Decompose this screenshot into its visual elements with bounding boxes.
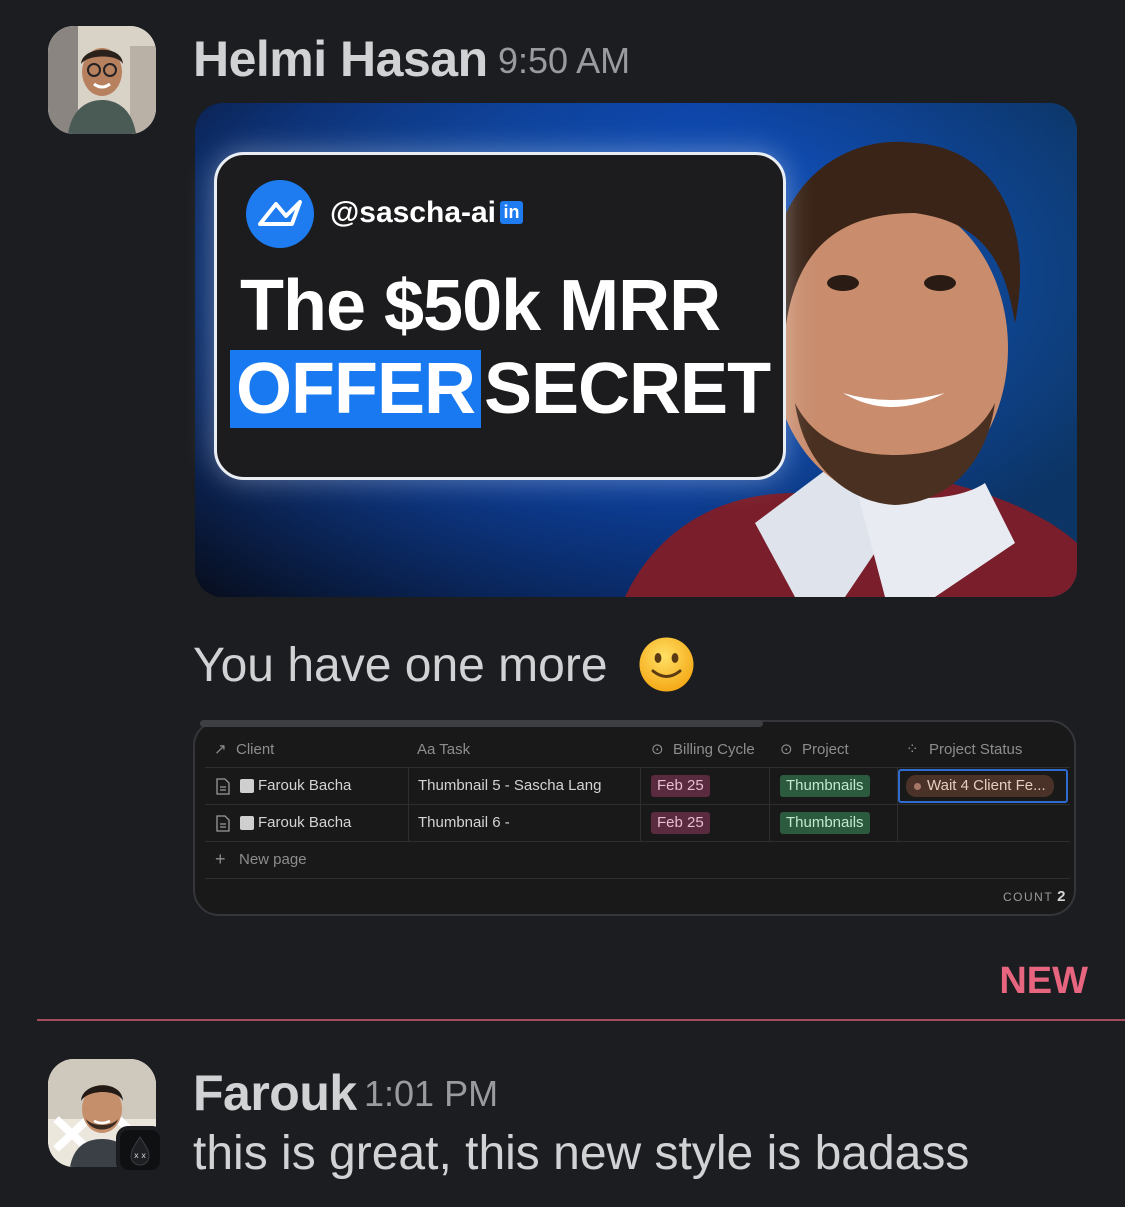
linkedin-icon: in [500,201,523,224]
row-count: COUNT 2 [1003,888,1066,905]
status-dot-icon [914,783,921,790]
sender-name[interactable]: Helmi Hasan [193,30,488,88]
message-text: this is great, this new style is badass [193,1127,970,1180]
message-text: You have one more [193,639,608,692]
custom-status-icon: x x [120,1130,160,1170]
thumbnail-handle: @sascha-ai [330,196,497,229]
chevron-circle-icon: ⊙ [651,741,664,758]
document-icon [216,778,230,795]
status-label: Wait 4 Client Fe... [927,777,1046,794]
table-divider [205,841,1070,842]
svg-text:x x: x x [134,1151,146,1160]
count-label: COUNT [1003,890,1054,904]
thumbnail-headline-line1: The $50k MRR [240,266,721,346]
arrow-up-right-icon: ↗ [214,741,227,758]
avatar-helmi[interactable] [48,26,156,134]
cell-project-status[interactable]: Wait 4 Client Fe... [906,775,1054,797]
table-divider [205,804,1070,805]
column-header-billing-cycle[interactable]: Billing Cycle [673,741,755,758]
cell-project[interactable]: Thumbnails [780,775,870,797]
page-icon [240,779,254,793]
loading-spinner-icon: ⁘ [906,741,919,758]
brand-logo-icon [246,180,314,248]
cell-task[interactable]: Thumbnail 5 - Sascha Lang [418,777,601,794]
message-timestamp[interactable]: 1:01 PM [364,1073,498,1115]
new-page-button[interactable]: New page [239,851,307,868]
cell-client[interactable]: Farouk Bacha [258,777,351,794]
new-messages-divider [37,1019,1125,1021]
column-header-project[interactable]: Project [802,741,849,758]
table-divider [769,767,770,841]
count-value: 2 [1057,888,1066,905]
slightly-smiling-face-icon [639,637,694,692]
table-divider [640,767,641,841]
plus-icon[interactable]: + [215,849,226,870]
table-scrollbar[interactable] [200,720,763,727]
table-divider [205,767,1070,768]
new-messages-label: NEW [999,960,1088,1002]
status-badge: x x [116,1126,164,1174]
thumbnail-headline-highlight: OFFER [230,350,481,428]
thumbnail-headline-line2: SECRET [484,349,771,429]
cell-billing-cycle[interactable]: Feb 25 [651,775,710,797]
table-divider [205,878,1070,879]
column-header-project-status[interactable]: Project Status [929,741,1022,758]
column-header-task[interactable]: Aa Task [417,741,470,758]
cell-billing-cycle[interactable]: Feb 25 [651,812,710,834]
column-header-client[interactable]: Client [236,741,274,758]
cell-project[interactable]: Thumbnails [780,812,870,834]
table-divider [408,767,409,841]
message-timestamp[interactable]: 9:50 AM [498,40,630,82]
cell-client[interactable]: Farouk Bacha [258,814,351,831]
sender-name[interactable]: Farouk [193,1064,357,1122]
cell-task[interactable]: Thumbnail 6 - [418,814,510,831]
document-icon [216,815,230,832]
chevron-circle-icon: ⊙ [780,741,793,758]
page-icon [240,816,254,830]
